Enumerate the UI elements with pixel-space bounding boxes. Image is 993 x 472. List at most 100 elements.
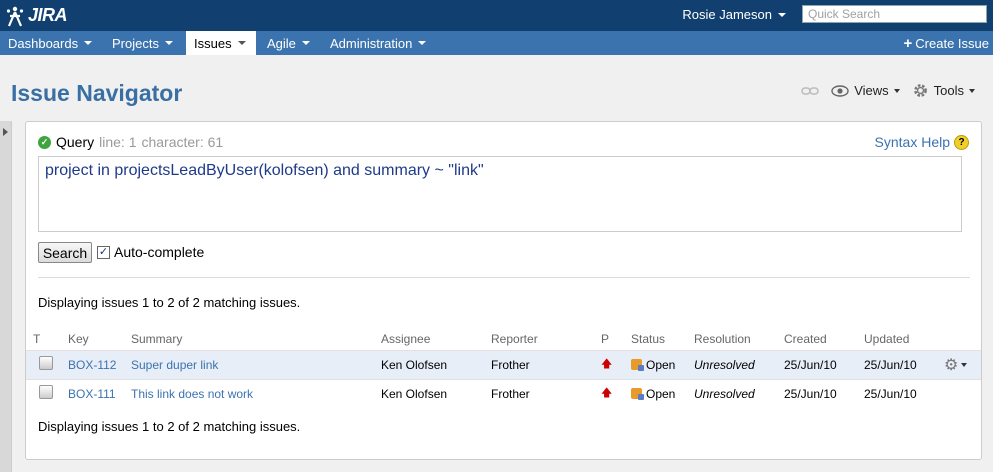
nav-item-administration[interactable]: Administration <box>322 31 440 55</box>
table-row[interactable]: BOX-111 This link does not work Ken Olof… <box>26 378 981 408</box>
views-label: Views <box>854 83 889 98</box>
plus-icon: + <box>903 34 913 52</box>
query-line-info: line: 1 <box>99 134 137 150</box>
column-header-reporter[interactable]: Reporter <box>491 328 601 350</box>
help-icon: ? <box>954 134 969 150</box>
status-open-icon <box>631 359 644 371</box>
chevron-down-icon <box>961 362 968 367</box>
issue-summary-link[interactable]: Super duper link <box>131 358 218 372</box>
sidebar-toggle[interactable] <box>0 121 12 472</box>
chevron-down-icon[interactable] <box>237 41 246 45</box>
issue-type-icon <box>39 385 53 400</box>
chevron-down-icon[interactable] <box>84 41 93 45</box>
results-count-top: Displaying issues 1 to 2 of 2 matching i… <box>38 295 301 310</box>
user-name: Rosie Jameson <box>682 7 772 22</box>
issue-summary-link[interactable]: This link does not work <box>131 387 253 401</box>
nav-item-agile[interactable]: Agile <box>259 31 322 55</box>
column-header-created[interactable]: Created <box>784 328 864 350</box>
column-header-status[interactable]: Status <box>631 328 694 350</box>
nav-label: Projects <box>112 35 159 51</box>
divider <box>38 277 970 278</box>
top-header: JIRA Rosie Jameson <box>0 0 993 31</box>
chevron-down-icon <box>893 88 900 93</box>
quick-search-input[interactable] <box>802 5 987 23</box>
autocomplete-toggle[interactable]: ✓ Auto-complete <box>97 244 204 260</box>
column-header-resolution[interactable]: Resolution <box>694 328 784 350</box>
create-issue-button[interactable]: + Create Issue <box>904 31 989 55</box>
issue-key-link[interactable]: BOX-112 <box>68 358 116 372</box>
gear-icon <box>913 84 927 97</box>
issue-updated: 25/Jun/10 <box>864 378 944 408</box>
header-tools: Views Tools <box>801 82 975 99</box>
column-header-summary[interactable]: Summary <box>131 328 381 350</box>
issue-key-link[interactable]: BOX-111 <box>68 387 116 401</box>
query-label: Query <box>56 134 95 150</box>
column-header-type[interactable]: T <box>26 328 68 350</box>
search-button[interactable]: Search <box>38 242 92 263</box>
nav-label: Issues <box>194 35 232 51</box>
issue-assignee: Ken Olofsen <box>381 378 491 408</box>
status-open-icon <box>631 388 644 401</box>
link-icon[interactable] <box>801 85 819 97</box>
column-header-key[interactable]: Key <box>68 328 131 350</box>
chevron-down-icon[interactable] <box>164 41 173 45</box>
status-label: Open <box>646 357 676 372</box>
jql-query-input[interactable]: project in projectsLeadByUser(kolofsen) … <box>38 156 962 232</box>
views-menu[interactable]: Views <box>831 83 900 98</box>
query-char-info: character: 61 <box>141 134 224 150</box>
nav-item-dashboards[interactable]: Dashboards <box>0 31 104 55</box>
logo-text: JIRA <box>28 5 68 25</box>
create-issue-label: Create Issue <box>915 35 989 51</box>
row-actions-menu[interactable]: ⚙ <box>944 355 981 375</box>
issue-reporter: Frother <box>491 378 601 408</box>
issue-created: 25/Jun/10 <box>784 349 864 379</box>
chevron-right-icon <box>3 128 8 136</box>
user-menu[interactable]: Rosie Jameson <box>682 7 786 22</box>
chevron-down-icon <box>778 12 786 17</box>
tools-menu[interactable]: Tools <box>912 82 975 99</box>
query-header: ✓ Query line: 1 character: 61 <box>38 134 223 150</box>
column-header-priority[interactable]: P <box>601 328 631 350</box>
syntax-help-link[interactable]: Syntax Help ? <box>875 134 969 150</box>
issue-reporter: Frother <box>491 349 601 379</box>
issue-updated: 25/Jun/10 <box>864 349 944 379</box>
priority-up-arrow-icon: 🡅 <box>601 387 613 400</box>
nav-item-projects[interactable]: Projects <box>104 31 186 55</box>
tools-label: Tools <box>933 83 964 98</box>
column-header-actions <box>944 328 981 350</box>
results-count-bottom: Displaying issues 1 to 2 of 2 matching i… <box>38 419 301 434</box>
chevron-down-icon[interactable] <box>301 41 310 45</box>
chevron-down-icon <box>969 88 975 93</box>
check-icon: ✓ <box>38 135 51 149</box>
eye-icon <box>831 84 849 97</box>
nav-item-issues[interactable]: Issues <box>186 31 256 55</box>
issue-resolution: Unresolved <box>694 349 784 379</box>
issues-table: T Key Summary Assignee Reporter P Status… <box>26 328 981 408</box>
nav-label: Administration <box>330 35 413 51</box>
issue-resolution: Unresolved <box>694 378 784 408</box>
table-header-row: T Key Summary Assignee Reporter P Status… <box>26 328 981 350</box>
column-header-updated[interactable]: Updated <box>864 328 944 350</box>
issue-created: 25/Jun/10 <box>784 378 864 408</box>
issue-assignee: Ken Olofsen <box>381 349 491 379</box>
gear-icon: ⚙ <box>944 356 959 374</box>
column-header-assignee[interactable]: Assignee <box>381 328 491 350</box>
issue-navigator-panel: ✓ Query line: 1 character: 61 Syntax Hel… <box>25 121 982 460</box>
issue-status: Open <box>631 358 694 372</box>
table-row[interactable]: BOX-112 Super duper link Ken Olofsen Fro… <box>26 349 981 379</box>
syntax-help-label: Syntax Help <box>874 134 950 150</box>
row-actions-empty <box>944 378 981 408</box>
nav-label: Agile <box>267 35 296 51</box>
autocomplete-checkbox[interactable]: ✓ <box>97 245 110 259</box>
issue-status: Open <box>631 387 694 401</box>
priority-up-arrow-icon: 🡅 <box>601 358 613 370</box>
autocomplete-label: Auto-complete <box>114 244 205 260</box>
issue-type-icon <box>39 356 53 370</box>
main-nav: Dashboards Projects Issues Agile Adminis… <box>0 31 993 55</box>
jira-logo-icon <box>6 6 24 26</box>
status-label: Open <box>646 386 676 401</box>
page-title: Issue Navigator <box>11 80 183 106</box>
chevron-down-icon[interactable] <box>418 41 427 45</box>
nav-label: Dashboards <box>8 35 79 51</box>
jira-logo[interactable]: JIRA <box>4 3 68 28</box>
